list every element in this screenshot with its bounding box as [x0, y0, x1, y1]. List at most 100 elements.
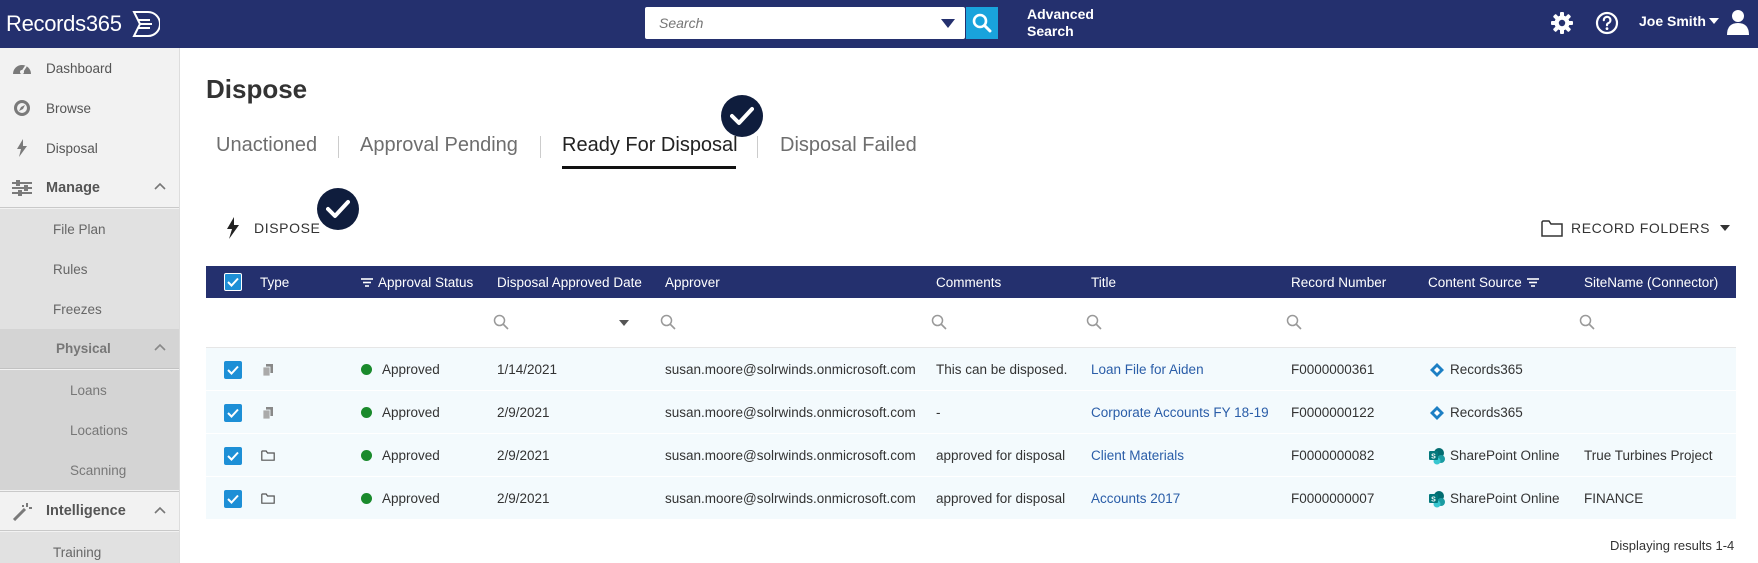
check-icon [227, 365, 239, 375]
status-text: Approved [382, 362, 440, 377]
table-row[interactable]: Approved 2/9/2021 susan.moore@solrwinds.… [206, 391, 1736, 434]
column-header-comments[interactable]: Comments [936, 266, 1001, 298]
row-checkbox[interactable] [224, 477, 242, 520]
column-header-type[interactable]: Type [260, 266, 289, 298]
column-header-title[interactable]: Title [1091, 266, 1116, 298]
sidebar-label: Rules [53, 261, 88, 277]
column-header-site-name[interactable]: SiteName (Connector) [1584, 266, 1718, 298]
logo-text: Records365 [6, 11, 122, 36]
svg-text:S: S [1431, 453, 1436, 460]
sidebar-item-freezes[interactable]: Freezes [0, 289, 179, 329]
search-input[interactable] [645, 7, 925, 39]
user-avatar-icon[interactable] [1727, 9, 1749, 35]
approved-date: 2/9/2021 [497, 491, 550, 506]
sidebar-label: Scanning [70, 462, 127, 478]
column-header-approver[interactable]: Approver [665, 266, 720, 298]
sidebar-item-loans[interactable]: Loans [0, 370, 179, 410]
settings-button[interactable] [1549, 10, 1575, 36]
sidebar-section-physical[interactable]: Physical [0, 329, 179, 369]
sidebar-item-scanning[interactable]: Scanning [0, 450, 179, 490]
select-all-checkbox[interactable] [224, 266, 242, 298]
site-name: True Turbines Project [1584, 448, 1713, 463]
caret-down-icon[interactable] [619, 320, 629, 326]
chevron-up-icon [154, 506, 166, 514]
dispose-button[interactable]: DISPOSE [226, 216, 320, 240]
record-number: F0000000082 [1291, 448, 1375, 463]
column-header-approval-status[interactable]: Approval Status [361, 266, 473, 298]
content-source-text: Records365 [1450, 405, 1523, 420]
records365-icon [1428, 405, 1446, 421]
status-text: Approved [382, 491, 440, 506]
record-title-link[interactable]: Loan File for Aiden [1091, 348, 1204, 391]
row-checkbox[interactable] [224, 391, 242, 434]
lightning-icon [12, 139, 32, 157]
app-logo[interactable]: Records365 [6, 4, 160, 44]
record-number: F0000000007 [1291, 491, 1375, 506]
record-title-link[interactable]: Accounts 2017 [1091, 477, 1180, 520]
sidebar-item-dashboard[interactable]: Dashboard [0, 48, 179, 88]
user-menu[interactable]: Joe Smith [1639, 13, 1706, 29]
check-icon [227, 277, 239, 287]
search-box [645, 7, 965, 39]
status-dot-icon [361, 493, 372, 504]
column-header-disposal-approved-date[interactable]: Disposal Approved Date [497, 266, 642, 298]
search-icon[interactable] [931, 314, 947, 330]
sidebar-item-browse[interactable]: Browse [0, 88, 179, 128]
search-icon[interactable] [493, 314, 509, 330]
search-icon [972, 13, 992, 33]
records365-icon [1428, 362, 1446, 378]
tab-ready-for-disposal[interactable]: Ready For Disposal [562, 134, 738, 157]
record-folders-dropdown[interactable]: RECORD FOLDERS [1541, 216, 1731, 240]
column-header-record-number[interactable]: Record Number [1291, 266, 1386, 298]
status-dot-icon [361, 450, 372, 461]
row-checkbox[interactable] [224, 434, 242, 477]
site-name: FINANCE [1584, 491, 1644, 506]
record-title-link[interactable]: Client Materials [1091, 434, 1184, 477]
sidebar: Dashboard Browse Disposal Manage File Pl… [0, 48, 180, 563]
sidebar-label: Locations [70, 422, 128, 438]
sidebar-item-locations[interactable]: Locations [0, 410, 179, 450]
advanced-search-link[interactable]: Advanced Search [1027, 6, 1094, 40]
approver: susan.moore@solrwinds.onmicrosoft.com [665, 448, 916, 463]
record-title-link[interactable]: Corporate Accounts FY 18-19 [1091, 391, 1269, 434]
folder-icon [261, 477, 275, 520]
table-row[interactable]: Approved 2/9/2021 susan.moore@solrwinds.… [206, 477, 1736, 520]
table-row[interactable]: Approved 2/9/2021 susan.moore@solrwinds.… [206, 434, 1736, 477]
column-header-content-source[interactable]: Content Source [1428, 266, 1539, 298]
approval-status: Approved [361, 477, 440, 520]
content-source: Records365 [1428, 348, 1523, 391]
sidebar-item-disposal[interactable]: Disposal [0, 128, 179, 168]
logo-mark-icon [132, 11, 160, 37]
search-icon[interactable] [1086, 314, 1102, 330]
svg-text:S: S [1431, 496, 1436, 503]
sidebar-item-training[interactable]: Training [0, 532, 179, 563]
search-button[interactable] [966, 7, 998, 39]
table-row[interactable]: Approved 1/14/2021 susan.moore@solrwinds… [206, 348, 1736, 391]
column-header-label: Content Source [1428, 274, 1522, 290]
search-icon[interactable] [660, 314, 676, 330]
chevron-up-icon [154, 182, 166, 190]
sliders-icon [12, 179, 32, 197]
search-scope-dropdown[interactable] [933, 7, 963, 39]
gear-icon [1551, 12, 1573, 34]
search-icon[interactable] [1286, 314, 1302, 330]
filter-icon [361, 277, 373, 287]
tab-disposal-failed[interactable]: Disposal Failed [780, 134, 917, 157]
sidebar-item-file-plan[interactable]: File Plan [0, 209, 179, 249]
check-icon [227, 408, 239, 418]
user-menu-caret-icon[interactable] [1709, 18, 1719, 24]
checkmark-badge-icon [317, 188, 359, 230]
sidebar-section-intelligence[interactable]: Intelligence [0, 491, 179, 531]
search-icon[interactable] [1579, 314, 1595, 330]
record-folders-label: RECORD FOLDERS [1571, 220, 1711, 236]
sidebar-section-manage[interactable]: Manage [0, 168, 179, 208]
tab-divider [757, 136, 758, 158]
sidebar-item-rules[interactable]: Rules [0, 249, 179, 289]
record-number: F0000000361 [1291, 362, 1375, 377]
help-button[interactable] [1594, 10, 1620, 36]
sidebar-label: Browse [46, 100, 92, 116]
row-checkbox[interactable] [224, 348, 242, 391]
tab-unactioned[interactable]: Unactioned [216, 134, 317, 157]
tab-approval-pending[interactable]: Approval Pending [360, 134, 518, 157]
status-text: Approved [382, 448, 440, 463]
